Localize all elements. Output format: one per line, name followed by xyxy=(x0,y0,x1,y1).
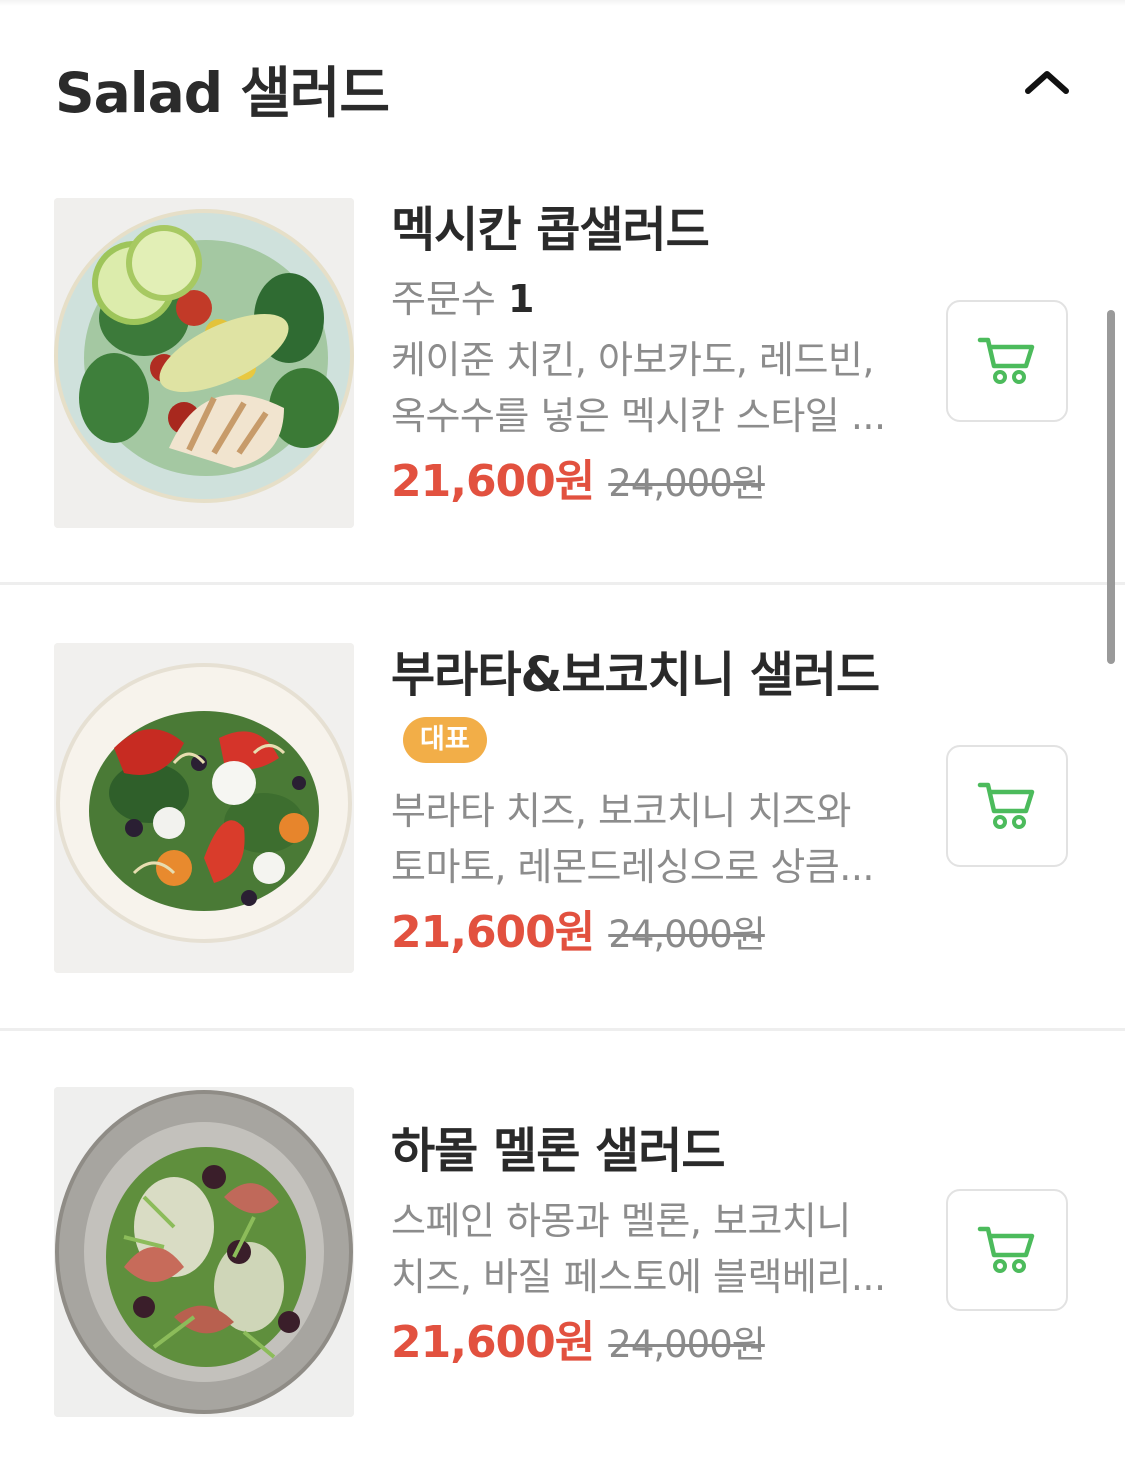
item-image[interactable] xyxy=(54,643,354,973)
scrollbar[interactable] xyxy=(1107,310,1115,664)
item-name: 부라타&보코치니 샐러드 xyxy=(391,647,880,703)
add-to-cart-button[interactable] xyxy=(946,1189,1068,1311)
collapse-button[interactable] xyxy=(1019,54,1075,110)
item-info: 부라타&보코치니 샐러드 대표 부라타 치즈, 보코치니 치즈와 토마토, 레몬… xyxy=(391,643,901,972)
sale-price: 21,600원 xyxy=(391,907,595,958)
cart-icon xyxy=(977,337,1035,384)
price-row: 21,600원 24,000원 xyxy=(391,452,901,521)
item-description: 스페인 하몽과 멜론, 보코치니 치즈, 바질 페스토에 블랙베리... xyxy=(391,1199,886,1299)
original-price: 24,000원 xyxy=(608,1323,766,1366)
item-info: 멕시칸 콥샐러드 주문수 1 케이준 치킨, 아보카도, 레드빈, 옥수수를 넣… xyxy=(391,198,901,521)
item-description: 부라타 치즈, 보코치니 치즈와 토마토, 레몬드레싱으로 상큼... xyxy=(391,789,875,889)
add-to-cart-button[interactable] xyxy=(946,745,1068,867)
sale-price: 21,600원 xyxy=(391,456,595,507)
divider xyxy=(0,582,1125,585)
signature-badge: 대표 xyxy=(403,717,487,763)
menu-page: Salad 샐러드 멕시칸 콥샐러드 주문수 1 케이준 치킨, 아보카도, 레… xyxy=(0,0,1125,1457)
order-count: 주문수 1 xyxy=(391,270,901,328)
order-count-value: 1 xyxy=(507,277,535,321)
price-row: 21,600원 24,000원 xyxy=(391,903,901,972)
order-count-label: 주문수 xyxy=(391,277,496,321)
item-name: 멕시칸 콥샐러드 xyxy=(391,202,710,258)
divider xyxy=(0,1028,1125,1031)
original-price: 24,000원 xyxy=(608,913,766,956)
price-row: 21,600원 24,000원 xyxy=(391,1313,901,1382)
item-description: 케이준 치킨, 아보카도, 레드빈, 옥수수를 넣은 멕시칸 스타일 ... xyxy=(391,338,886,438)
section-header[interactable]: Salad 샐러드 xyxy=(55,44,1075,125)
sale-price: 21,600원 xyxy=(391,1317,595,1368)
original-price: 24,000원 xyxy=(608,462,766,505)
top-shadow xyxy=(0,0,1125,6)
add-to-cart-button[interactable] xyxy=(946,300,1068,422)
item-name: 하몰 멜론 샐러드 xyxy=(391,1123,726,1179)
item-info: 하몰 멜론 샐러드 스페인 하몽과 멜론, 보코치니 치즈, 바질 페스토에 블… xyxy=(391,1087,901,1382)
cart-icon xyxy=(977,782,1035,829)
badge-row: 대표 xyxy=(391,707,901,765)
section-title: Salad 샐러드 xyxy=(55,61,390,125)
cart-icon xyxy=(977,1226,1035,1273)
item-image[interactable] xyxy=(54,1087,354,1417)
item-image[interactable] xyxy=(54,198,354,528)
chevron-up-icon xyxy=(1025,71,1069,94)
